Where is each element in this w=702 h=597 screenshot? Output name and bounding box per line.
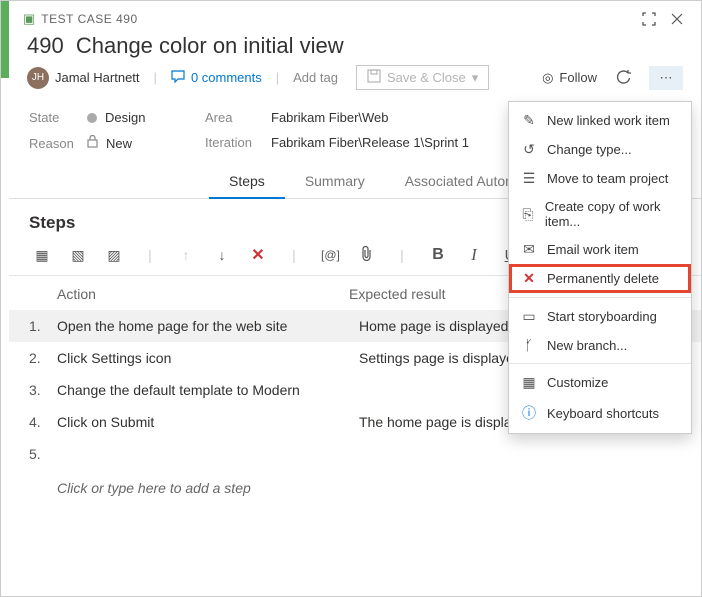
step-row[interactable]: 5.	[9, 438, 701, 470]
divider: |	[393, 247, 411, 263]
delete-icon: ✕	[521, 270, 537, 287]
area-value[interactable]: Fabrikam Fiber\Web	[271, 110, 389, 125]
follow-icon: ◎	[542, 70, 553, 86]
meta-row: JH Jamal Hartnett | 0 comments | Add tag…	[9, 65, 701, 102]
comments-link[interactable]: 0 comments	[171, 69, 262, 86]
state-label: State	[29, 110, 87, 125]
fullscreen-button[interactable]	[635, 7, 663, 31]
attachment-icon[interactable]	[357, 246, 375, 264]
bold-icon[interactable]: B	[429, 246, 447, 264]
move-down-icon[interactable]: ↓	[213, 247, 231, 263]
state-value[interactable]: Design	[105, 110, 145, 125]
branch-icon: ᚶ	[521, 337, 537, 353]
col-action: Action	[57, 286, 349, 302]
ctx-customize[interactable]: ▦Customize	[509, 368, 691, 397]
ctx-move-team-project[interactable]: ☰Move to team project	[509, 164, 691, 193]
ctx-email-work-item[interactable]: ✉Email work item	[509, 235, 691, 264]
insert-step-icon[interactable]: ▦	[33, 247, 51, 264]
work-item-title[interactable]: Change color on initial view	[76, 33, 344, 58]
reason-value[interactable]: New	[106, 136, 132, 151]
insert-parameter-icon[interactable]: ▨	[105, 247, 123, 264]
headline: 490 Change color on initial view	[9, 33, 701, 65]
chevron-down-icon: ▾	[472, 70, 479, 86]
save-icon	[367, 69, 381, 86]
ctx-create-copy[interactable]: ⎘Create copy of work item...	[509, 193, 691, 235]
mention-icon[interactable]: [@]	[321, 248, 339, 262]
move-up-icon: ↑	[177, 247, 195, 263]
change-type-icon: ↺	[521, 141, 537, 158]
col-expected: Expected result	[349, 286, 446, 302]
lock-icon	[87, 135, 98, 151]
work-item-id: 490	[27, 33, 64, 58]
more-actions-button[interactable]: ⋯	[649, 66, 683, 90]
context-menu: ✎New linked work item ↺Change type... ☰M…	[508, 101, 692, 434]
ctx-change-type[interactable]: ↺Change type...	[509, 135, 691, 164]
follow-button[interactable]: ◎ Follow	[542, 70, 597, 86]
step-action[interactable]: Open the home page for the web site	[57, 318, 359, 334]
iteration-label: Iteration	[205, 135, 271, 150]
info-icon: ⓘ	[521, 403, 537, 423]
ctx-start-storyboarding[interactable]: ▭Start storyboarding	[509, 302, 691, 331]
tab-steps[interactable]: Steps	[209, 165, 285, 199]
titlebar-kind: TEST CASE	[41, 12, 112, 26]
storyboard-icon: ▭	[521, 308, 537, 325]
ctx-new-linked-work-item[interactable]: ✎New linked work item	[509, 106, 691, 135]
add-step-placeholder[interactable]: Click or type here to add a step	[9, 470, 701, 496]
titlebar-id: 490	[112, 12, 137, 26]
menu-separator	[509, 297, 691, 298]
step-action[interactable]: Change the default template to Modern	[57, 382, 359, 398]
divider: |	[285, 247, 303, 263]
close-button[interactable]	[663, 7, 691, 31]
delete-step-icon[interactable]: ✕	[249, 245, 267, 265]
link-icon: ✎	[521, 112, 537, 129]
avatar: JH	[27, 67, 49, 89]
add-tag-button[interactable]: Add tag	[293, 70, 338, 85]
ctx-keyboard-shortcuts[interactable]: ⓘKeyboard shortcuts	[509, 397, 691, 429]
refresh-button[interactable]	[611, 66, 635, 90]
assigned-to[interactable]: JH Jamal Hartnett	[27, 67, 140, 89]
tab-summary[interactable]: Summary	[285, 165, 385, 198]
comment-icon	[171, 69, 185, 86]
area-label: Area	[205, 110, 271, 125]
accent-bar	[1, 1, 9, 78]
italic-icon[interactable]: I	[465, 245, 483, 265]
menu-separator	[509, 363, 691, 364]
divider: |	[141, 247, 159, 263]
save-close-button: Save & Close ▾	[356, 65, 489, 90]
email-icon: ✉	[521, 241, 537, 258]
step-action[interactable]: Click on Submit	[57, 414, 359, 430]
customize-icon: ▦	[521, 374, 537, 391]
move-icon: ☰	[521, 170, 537, 187]
state-dot-icon	[87, 113, 97, 123]
copy-icon: ⎘	[521, 206, 535, 223]
title-bar: ▣ TEST CASE 490	[9, 1, 701, 33]
ctx-new-branch[interactable]: ᚶNew branch...	[509, 331, 691, 359]
step-action[interactable]: Click Settings icon	[57, 350, 359, 366]
work-item-type-icon: ▣	[23, 11, 35, 27]
iteration-value[interactable]: Fabrikam Fiber\Release 1\Sprint 1	[271, 135, 469, 150]
insert-shared-step-icon[interactable]: ▧	[69, 247, 87, 264]
ctx-permanently-delete[interactable]: ✕Permanently delete	[509, 264, 691, 293]
assigned-to-name: Jamal Hartnett	[55, 70, 140, 85]
reason-label: Reason	[29, 136, 87, 151]
